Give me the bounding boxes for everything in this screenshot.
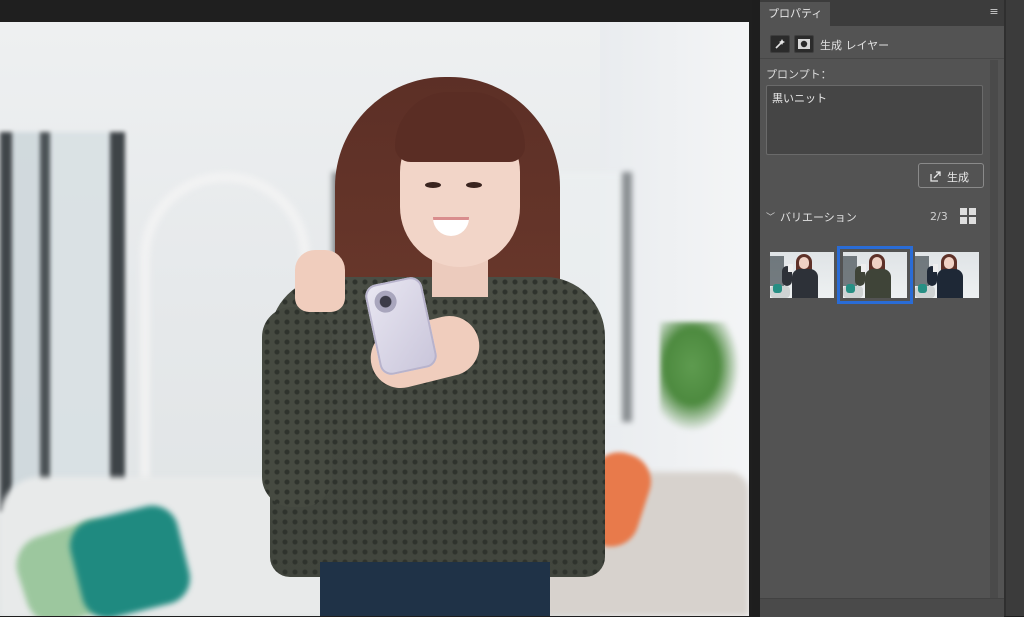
chevron-down-icon[interactable]: ﹀: [766, 210, 775, 223]
person-jeans: [320, 562, 550, 616]
prompt-label: プロンプト：: [766, 68, 832, 81]
panel-scrollbar[interactable]: [990, 60, 998, 600]
variation-thumbnail[interactable]: [837, 246, 913, 304]
variation-thumbnail[interactable]: [915, 252, 979, 298]
grid-view-icon[interactable]: [960, 208, 976, 224]
right-toolbar-strip: [1004, 0, 1024, 616]
mask-icon[interactable]: [794, 35, 814, 53]
variation-thumbnail[interactable]: [770, 252, 834, 298]
person-fist: [295, 250, 345, 312]
sparkle-icon[interactable]: [770, 35, 790, 53]
person-eye: [466, 182, 482, 188]
external-generate-icon: [930, 171, 941, 185]
generate-button[interactable]: 生成: [918, 163, 984, 188]
panel-divider: [1004, 0, 1006, 616]
photo-plant: [660, 322, 740, 432]
variations-label: バリエーション: [780, 211, 857, 224]
prompt-input[interactable]: 黒いニット: [766, 85, 983, 155]
layer-header: 生成 レイヤー: [760, 28, 1004, 59]
tab-properties[interactable]: プロパティ: [760, 2, 831, 26]
photo-window-left: [0, 132, 125, 512]
person-eye: [425, 182, 441, 188]
panel-menu-icon[interactable]: ≡: [988, 6, 1000, 18]
layer-type-label: 生成 レイヤー: [820, 39, 890, 52]
person-left-arm: [262, 307, 332, 507]
panel-tab-bar: プロパティ ≡: [760, 0, 1004, 26]
properties-panel: プロパティ ≡ 生成 レイヤー プロンプト： 黒いニット 生成 ﹀ バリエーショ…: [760, 0, 1004, 617]
document-canvas-area[interactable]: [0, 0, 752, 616]
variations-section-header: ﹀ バリエーション 2/3: [760, 205, 1004, 227]
panel-footer: [760, 598, 1004, 617]
generate-label: 生成: [947, 171, 969, 184]
canvas-photo[interactable]: [0, 22, 749, 616]
variations-count: 2/3: [930, 210, 948, 223]
